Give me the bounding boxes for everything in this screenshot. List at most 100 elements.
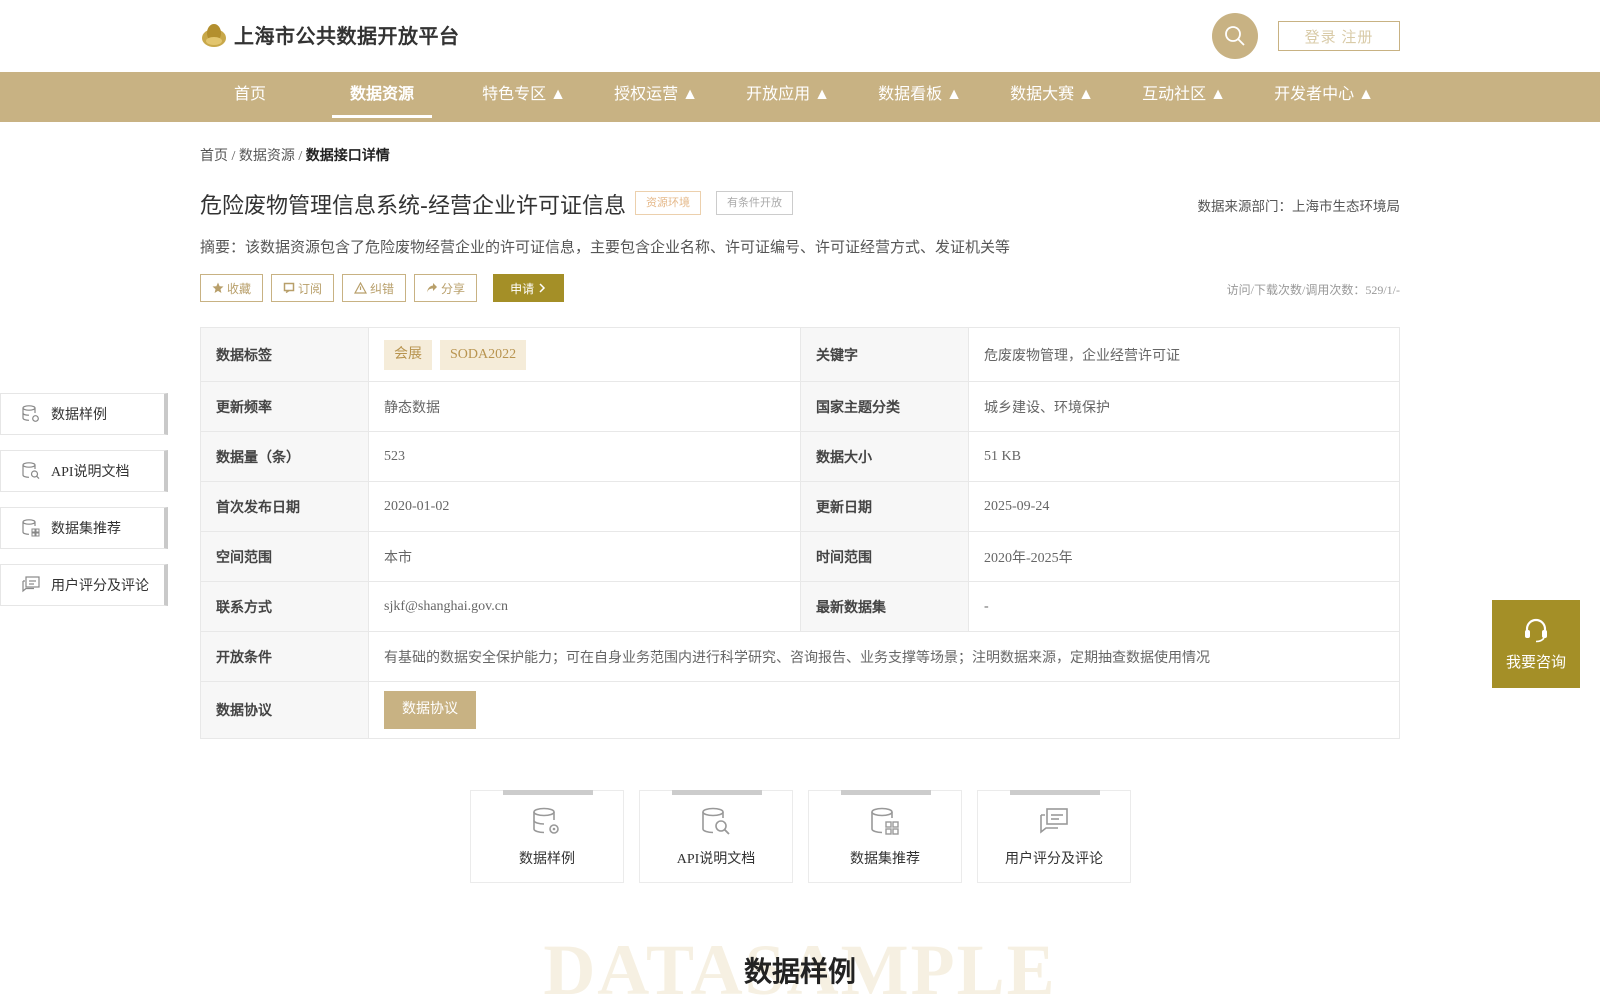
sidenav-item-rating-comments[interactable]: 用户评分及评论 <box>0 564 168 606</box>
section-title: 数据样例 <box>743 955 856 988</box>
bookmark-icon <box>283 282 295 294</box>
search-button[interactable] <box>1212 13 1258 59</box>
keywords-label: 关键字 <box>800 327 969 382</box>
card-dataset-recommend[interactable]: 数据集推荐 <box>808 790 962 883</box>
agreement-label: 数据协议 <box>200 681 369 739</box>
breadcrumb-resources[interactable]: 数据资源 <box>239 149 295 164</box>
agreement-button[interactable]: 数据协议 <box>384 691 476 729</box>
database-grid-icon <box>871 807 899 835</box>
login-register-button[interactable]: 登录 注册 <box>1278 21 1400 51</box>
nav-data-contest[interactable]: 数据大赛 ▲ <box>990 72 1114 122</box>
sidenav-item-dataset-recommend[interactable]: 数据集推荐 <box>0 507 168 549</box>
doc-search-icon <box>702 807 730 835</box>
access-stats: 访问/下载次数/调用次数：529/1/- <box>1226 283 1400 297</box>
data-count-value: 523 <box>368 431 801 482</box>
chevron-right-icon <box>539 283 546 293</box>
data-tag[interactable]: 会展 <box>384 339 432 370</box>
database-gear-icon <box>22 405 39 422</box>
card-api-doc[interactable]: API说明文档 <box>639 790 793 883</box>
data-count-label: 数据量（条） <box>200 431 369 482</box>
report-error-button[interactable]: 纠错 <box>342 274 407 302</box>
site-title: 上海市公共数据开放平台 <box>234 24 460 48</box>
action-bar: 收藏 订阅 纠错 分享 申请 <box>200 274 565 302</box>
latest-dataset-label: 最新数据集 <box>800 581 969 632</box>
contact-value[interactable]: sjkf@shanghai.gov.cn <box>368 581 801 632</box>
nav-home[interactable]: 首页 <box>200 72 300 122</box>
info-table: 数据标签 会展 SODA2022 关键字 危废废物管理，企业经营许可证 更新频率 … <box>200 327 1400 739</box>
theme-value: 城乡建设、环境保护 <box>968 381 1400 432</box>
apply-button[interactable]: 申请 <box>493 274 565 302</box>
section-cards: 数据样例 API说明文档 数据集推荐 用户评分及评论 <box>470 790 1131 883</box>
table-row: 首次发布日期 2020-01-02 更新日期 2025-09-24 <box>200 481 1400 532</box>
summary-text: 摘要：该数据资源包含了危险废物经营企业的许可证信息，主要包含企业名称、许可证编号… <box>200 238 1011 256</box>
update-date-value: 2025-09-24 <box>968 481 1400 532</box>
time-range-label: 时间范围 <box>800 531 969 582</box>
update-freq-label: 更新频率 <box>200 381 369 432</box>
warning-icon <box>354 282 368 294</box>
data-tags-cell: 会展 SODA2022 <box>368 327 801 382</box>
card-data-sample[interactable]: 数据样例 <box>470 790 624 883</box>
sidenav-item-api-doc[interactable]: API说明文档 <box>0 450 168 492</box>
space-range-value: 本市 <box>368 531 801 582</box>
nav-data-dashboard[interactable]: 数据看板 ▲ <box>858 72 982 122</box>
logo-icon <box>202 23 226 47</box>
breadcrumb-current: 数据接口详情 <box>305 149 390 164</box>
table-row: 数据量（条） 523 数据大小 51 KB <box>200 431 1400 482</box>
keywords-value: 危废废物管理，企业经营许可证 <box>968 327 1400 382</box>
update-date-label: 更新日期 <box>800 481 969 532</box>
comment-icon <box>1040 808 1068 834</box>
category-badge: 资源环境 <box>635 191 701 215</box>
data-tag[interactable]: SODA2022 <box>440 339 527 370</box>
table-row: 数据协议 数据协议 <box>200 681 1400 739</box>
space-range-label: 空间范围 <box>200 531 369 582</box>
table-row: 联系方式 sjkf@shanghai.gov.cn 最新数据集 - <box>200 581 1400 632</box>
table-row: 开放条件 有基础的数据安全保护能力；可在自身业务范围内进行科学研究、咨询报告、业… <box>200 631 1400 682</box>
star-icon <box>212 282 224 293</box>
breadcrumb-sep: / <box>294 149 306 164</box>
main-nav: 首页 数据资源 特色专区 ▲ 授权运营 ▲ 开放应用 ▲ 数据看板 ▲ 数据大赛… <box>0 72 1600 122</box>
table-row: 更新频率 静态数据 国家主题分类 城乡建设、环境保护 <box>200 381 1400 432</box>
nav-special-zone[interactable]: 特色专区 ▲ <box>462 72 586 122</box>
nav-community[interactable]: 互动社区 ▲ <box>1122 72 1246 122</box>
open-condition-value: 有基础的数据安全保护能力；可在自身业务范围内进行科学研究、咨询报告、业务支撑等场… <box>368 631 1400 682</box>
doc-search-icon <box>22 462 40 480</box>
theme-label: 国家主题分类 <box>800 381 969 432</box>
latest-dataset-value[interactable]: - <box>968 581 1400 632</box>
site-logo[interactable]: 上海市公共数据开放平台 <box>200 20 460 49</box>
first-date-label: 首次发布日期 <box>200 481 369 532</box>
top-header: 上海市公共数据开放平台 登录 注册 <box>0 0 1600 72</box>
open-type-badge: 有条件开放 <box>716 191 793 215</box>
database-gear-icon <box>533 807 559 834</box>
nav-authorized-operation[interactable]: 授权运营 ▲ <box>594 72 718 122</box>
data-tags-label: 数据标签 <box>200 327 369 382</box>
side-nav: 数据样例 API说明文档 数据集推荐 用户评分及评论 <box>0 393 168 621</box>
consult-button[interactable]: 我要咨询 <box>1492 600 1580 688</box>
nav-data-resources[interactable]: 数据资源 <box>332 72 432 122</box>
nav-open-apps[interactable]: 开放应用 ▲ <box>726 72 850 122</box>
update-freq-value: 静态数据 <box>368 381 801 432</box>
card-rating-comments[interactable]: 用户评分及评论 <box>977 790 1131 883</box>
sidenav-item-data-sample[interactable]: 数据样例 <box>0 393 168 435</box>
table-row: 数据标签 会展 SODA2022 关键字 危废废物管理，企业经营许可证 <box>200 327 1400 382</box>
nav-developer-center[interactable]: 开发者中心 ▲ <box>1254 72 1394 122</box>
table-row: 空间范围 本市 时间范围 2020年-2025年 <box>200 531 1400 582</box>
first-date-value: 2020-01-02 <box>368 481 801 532</box>
source-department: 数据来源部门：上海市生态环境局 <box>1197 199 1401 215</box>
collect-button[interactable]: 收藏 <box>200 274 264 302</box>
breadcrumb: 首页 / 数据资源 / 数据接口详情 <box>200 145 390 165</box>
subscribe-button[interactable]: 订阅 <box>271 274 335 302</box>
data-size-value: 51 KB <box>968 431 1400 482</box>
database-grid-icon <box>22 519 40 537</box>
data-size-label: 数据大小 <box>800 431 969 482</box>
headset-icon <box>1525 618 1547 642</box>
breadcrumb-home[interactable]: 首页 <box>200 149 228 164</box>
search-icon <box>1225 26 1245 46</box>
time-range-value: 2020年-2025年 <box>968 531 1400 582</box>
page-title: 危险废物管理信息系统-经营企业许可证信息 <box>200 194 626 219</box>
open-condition-label: 开放条件 <box>200 631 369 682</box>
share-button[interactable]: 分享 <box>414 274 478 302</box>
contact-label: 联系方式 <box>200 581 369 632</box>
comment-icon <box>22 576 40 593</box>
agreement-cell: 数据协议 <box>368 681 1400 739</box>
breadcrumb-sep: / <box>228 149 239 164</box>
